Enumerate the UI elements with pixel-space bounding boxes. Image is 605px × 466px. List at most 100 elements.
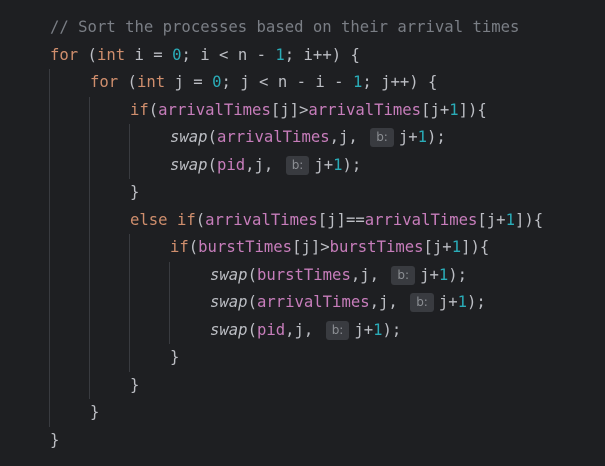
- keyword-token: if: [130, 100, 149, 119]
- code-token: (: [207, 155, 217, 174]
- number-literal: 1: [505, 210, 515, 229]
- variable-name: arrivalTimes: [308, 100, 422, 119]
- keyword-token: if: [170, 238, 189, 256]
- code-token: (: [118, 73, 137, 91]
- parameter-hint: b:: [285, 155, 310, 175]
- number-literal: 1: [373, 320, 383, 339]
- code-token: -: [256, 45, 276, 64]
- code-token: i: [315, 73, 335, 91]
- code-token: (: [78, 45, 97, 64]
- function-name: swap: [210, 320, 248, 339]
- keyword-token: int: [136, 73, 166, 91]
- code-token: =: [153, 45, 173, 64]
- code-token: j+: [420, 265, 439, 284]
- code-editor[interactable]: // Sort the processes based on their arr…: [0, 0, 605, 466]
- function-name: swap: [170, 128, 208, 146]
- keyword-token: else if: [130, 210, 196, 229]
- code-token: =: [193, 73, 213, 91]
- code-line[interactable]: }: [130, 372, 139, 399]
- code-line[interactable]: }: [90, 399, 99, 426]
- code-token: );: [467, 293, 486, 311]
- code-line[interactable]: }: [170, 344, 179, 371]
- code-token: <: [259, 73, 278, 91]
- function-name: swap: [210, 265, 248, 284]
- code-line[interactable]: for (int i = 0; i < n - 1; i++) {: [50, 42, 360, 69]
- keyword-token: for: [90, 73, 119, 91]
- code-token: (: [188, 238, 199, 256]
- variable-name: burstTimes: [256, 265, 351, 284]
- indent-guide: [49, 69, 50, 427]
- code-line[interactable]: swap(pid,j, b: j+1);: [210, 317, 401, 344]
- number-literal: 1: [449, 100, 459, 119]
- code-token: ; j: [221, 73, 260, 91]
- code-token: (: [195, 210, 206, 229]
- code-token: (: [207, 128, 217, 146]
- code-token: }: [170, 348, 180, 366]
- code-token: j+: [354, 320, 374, 339]
- code-token: -: [296, 73, 316, 91]
- code-token: ,j,: [369, 293, 408, 311]
- number-literal: 1: [438, 265, 449, 284]
- code-line[interactable]: swap(pid,j, b: j+1);: [170, 152, 361, 179]
- code-token: j+: [438, 293, 458, 311]
- code-token: ; j++) {: [362, 73, 438, 91]
- code-line[interactable]: }: [130, 179, 139, 206]
- code-token: ,j,: [245, 155, 283, 174]
- code-token: ; i: [181, 45, 220, 64]
- number-literal: 1: [333, 155, 343, 174]
- parameter-hint: b:: [391, 265, 416, 285]
- function-name: swap: [210, 293, 248, 311]
- code-line[interactable]: swap(arrivalTimes,j, b: j+1);: [210, 289, 486, 316]
- code-token: }: [130, 183, 140, 201]
- number-literal: 1: [457, 293, 468, 311]
- function-name: swap: [170, 155, 208, 174]
- code-token: ,j,: [350, 265, 389, 284]
- code-token: [j]==: [317, 210, 365, 229]
- code-token: (: [247, 293, 257, 311]
- number-literal: 1: [352, 73, 363, 91]
- indent-guide: [169, 261, 170, 344]
- code-token: ]){: [458, 100, 487, 119]
- code-token: ,j,: [329, 128, 368, 146]
- code-token: j+: [398, 128, 418, 146]
- code-line[interactable]: swap(arrivalTimes,j, b: j+1);: [170, 124, 446, 151]
- parameter-hint: b:: [370, 128, 394, 147]
- code-token: i: [125, 45, 154, 64]
- parameter-hint: b:: [325, 320, 350, 340]
- code-line[interactable]: if(arrivalTimes[j]>arrivalTimes[j+1]){: [130, 97, 487, 124]
- number-literal: 1: [417, 128, 428, 146]
- code-token: }: [130, 375, 140, 394]
- indent-guide: [129, 124, 130, 179]
- code-line[interactable]: for (int j = 0; j < n - i - 1; j++) {: [90, 69, 437, 96]
- code-line[interactable]: // Sort the processes based on their arr…: [50, 14, 519, 41]
- parameter-hint: b:: [410, 293, 434, 312]
- code-token: (: [148, 100, 159, 119]
- code-line[interactable]: }: [50, 427, 59, 454]
- code-token: (: [247, 265, 257, 284]
- variable-name: pid: [216, 155, 246, 174]
- code-line[interactable]: else if(arrivalTimes[j]==arrivalTimes[j+…: [130, 207, 543, 234]
- number-literal: 1: [451, 238, 462, 256]
- code-token: }: [50, 430, 60, 449]
- code-token: );: [427, 128, 446, 146]
- code-token: n: [237, 45, 257, 64]
- code-comment: // Sort the processes based on their arr…: [50, 18, 520, 36]
- code-token: -: [334, 73, 353, 91]
- code-line[interactable]: swap(burstTimes,j, b: j+1);: [210, 262, 467, 289]
- code-token: [j]>: [292, 238, 330, 256]
- code-token: n: [277, 73, 297, 91]
- code-token: [j+: [423, 238, 452, 256]
- code-line[interactable]: if(burstTimes[j]>burstTimes[j+1]){: [170, 234, 489, 261]
- code-token: );: [342, 155, 362, 174]
- code-token: );: [382, 320, 402, 339]
- indent-guide: [129, 234, 130, 372]
- code-token: (: [247, 320, 257, 339]
- indent-guide: [89, 96, 90, 399]
- variable-name: arrivalTimes: [205, 210, 318, 229]
- variable-name: arrivalTimes: [256, 293, 370, 311]
- variable-name: arrivalTimes: [158, 100, 271, 119]
- code-token: );: [448, 265, 468, 284]
- code-token: [j+: [421, 100, 450, 119]
- keyword-token: int: [96, 45, 126, 64]
- variable-name: pid: [256, 320, 286, 339]
